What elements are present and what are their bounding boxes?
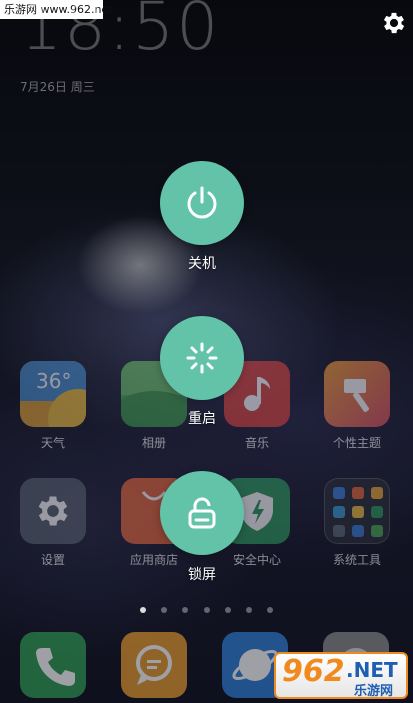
app-label: 系统工具 (332, 553, 381, 567)
gear-icon (20, 478, 86, 544)
app-label: 设置 (40, 553, 65, 567)
app-label: 相册 (141, 436, 166, 450)
page-indicator (0, 598, 413, 613)
chat-bubble-icon (136, 645, 172, 685)
page-dot[interactable] (203, 607, 210, 613)
app-weather[interactable]: 36° 天气 (18, 361, 88, 451)
app-label: 个性主题 (332, 436, 381, 450)
lock-screen-label: 锁屏 (188, 567, 216, 583)
weather-temp: 36° (36, 369, 72, 393)
app-themes[interactable]: 个性主题 (322, 361, 392, 451)
app-system-tools-folder[interactable]: 系统工具 (322, 478, 392, 568)
dock-messages-app[interactable] (121, 632, 187, 698)
page-dot[interactable] (224, 607, 231, 613)
lock-screen-button[interactable] (160, 471, 244, 555)
logo-tld: .NET (346, 658, 398, 682)
shutdown-button[interactable] (160, 161, 244, 245)
lockscreen-date: 7月26日 周三 (20, 80, 95, 94)
folder-icon (324, 478, 390, 544)
loading-spinner-icon (186, 342, 218, 374)
app-settings[interactable]: 设置 (18, 478, 88, 568)
shutdown-label: 关机 (188, 256, 216, 272)
app-label: 天气 (40, 436, 65, 450)
weather-icon: 36° (20, 361, 86, 427)
paintbrush-icon (324, 361, 390, 427)
dock-phone-app[interactable] (20, 632, 86, 698)
brand-logo-962: 962 .NET 乐游网 (274, 652, 408, 699)
page-dot[interactable] (266, 607, 273, 613)
logo-number: 962 (282, 654, 345, 689)
app-label: 音乐 (244, 436, 269, 450)
settings-gear-icon[interactable] (380, 9, 408, 37)
unlock-padlock-icon (188, 497, 216, 529)
power-icon (187, 186, 217, 219)
phone-icon (36, 648, 75, 686)
lockscreen-clock: 18:50 (20, 0, 221, 65)
logo-tagline: 乐游网 (354, 684, 394, 699)
page-dot[interactable] (245, 607, 252, 613)
reboot-button[interactable] (160, 316, 244, 400)
reboot-label: 重启 (188, 411, 216, 427)
